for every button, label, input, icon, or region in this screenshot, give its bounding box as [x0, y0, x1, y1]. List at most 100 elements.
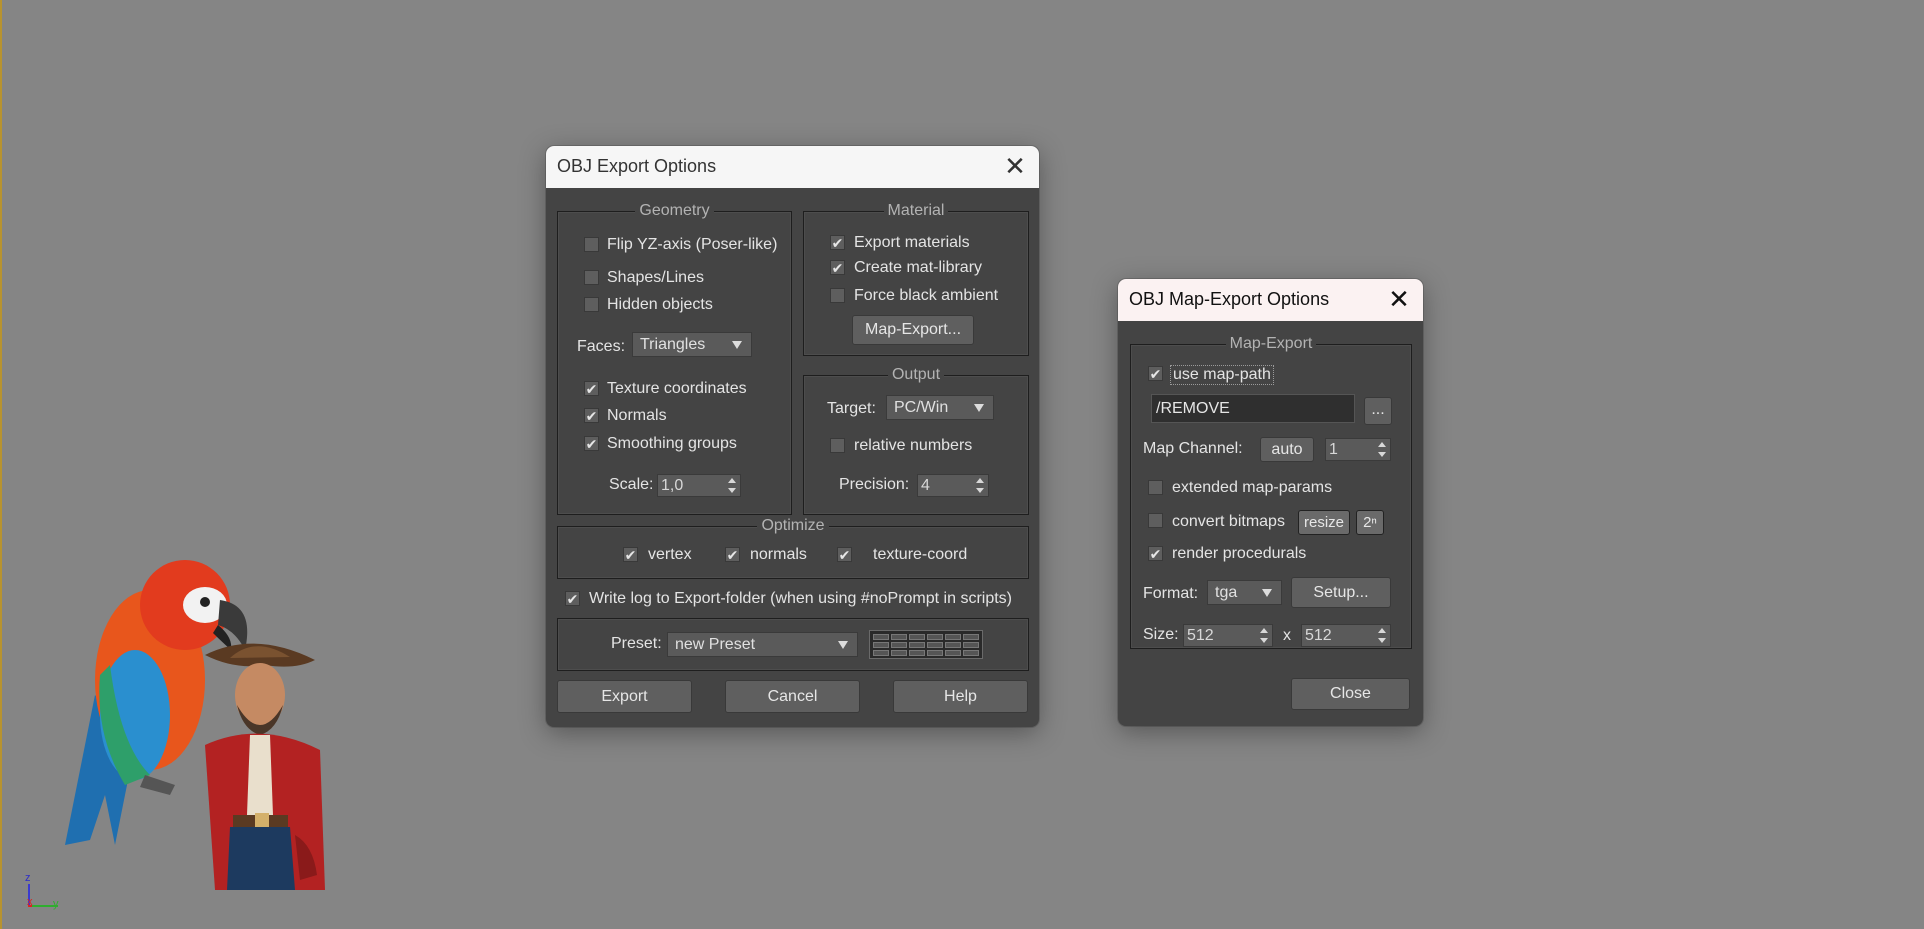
map-channel-label: Map Channel:	[1143, 440, 1243, 457]
convert-bitmaps-label: convert bitmaps	[1172, 513, 1285, 530]
size-height-value: 512	[1305, 627, 1332, 644]
export-dialog-close-icon[interactable]: ✕	[1001, 152, 1029, 180]
write-log-checkbox[interactable]: ✔	[565, 591, 580, 606]
map-dialog-close-icon[interactable]: ✕	[1385, 285, 1413, 313]
setup-button[interactable]: Setup...	[1291, 577, 1391, 608]
map-export-group: Map-Export ✔ use map-path ... Map Channe…	[1130, 335, 1412, 649]
format-label: Format:	[1143, 585, 1199, 602]
relative-numbers-label: relative numbers	[854, 437, 973, 454]
material-legend: Material	[883, 202, 949, 219]
texture-coordinates-label: Texture coordinates	[607, 380, 747, 397]
close-button[interactable]: Close	[1291, 678, 1410, 710]
vertex-checkbox[interactable]: ✔	[623, 547, 638, 562]
export-dialog-titlebar[interactable]: OBJ Export Options ✕	[546, 146, 1039, 188]
precision-spinner-value: 4	[921, 477, 930, 494]
axis-gizmo: z x y	[22, 872, 67, 910]
faces-dropdown-value: Triangles	[640, 336, 706, 353]
create-mat-library-label: Create mat-library	[854, 259, 983, 276]
spinner-down-icon[interactable]	[1378, 452, 1386, 457]
relative-numbers-checkbox[interactable]	[830, 438, 845, 453]
smoothing-groups-label: Smoothing groups	[607, 435, 737, 452]
size-height-spinner[interactable]: 512	[1301, 624, 1391, 647]
obj-export-dialog: OBJ Export Options ✕ Geometry Flip YZ-ax…	[546, 146, 1039, 727]
preset-dropdown[interactable]: new Preset	[667, 632, 858, 657]
scale-spinner[interactable]: 1,0	[657, 474, 741, 497]
size-width-value: 512	[1187, 627, 1214, 644]
hidden-objects-checkbox[interactable]	[584, 297, 599, 312]
texture-coord-checkbox[interactable]: ✔	[837, 547, 852, 562]
obj-map-export-dialog: OBJ Map-Export Options ✕ Map-Export ✔ us…	[1118, 279, 1423, 726]
map-export-button[interactable]: Map-Export...	[852, 315, 974, 345]
vertex-label: vertex	[648, 546, 692, 563]
optimize-normals-checkbox[interactable]: ✔	[725, 547, 740, 562]
map-channel-value: 1	[1329, 441, 1338, 458]
spinner-down-icon[interactable]	[728, 488, 736, 493]
spinner-down-icon[interactable]	[1260, 638, 1268, 643]
spinner-up-icon[interactable]	[728, 478, 736, 483]
resize-button[interactable]: resize	[1298, 510, 1350, 535]
spinner-up-icon[interactable]	[976, 478, 984, 483]
map-dialog-title: OBJ Map-Export Options	[1129, 289, 1330, 309]
axis-x-label: x	[27, 896, 33, 908]
render-procedurals-checkbox[interactable]: ✔	[1148, 546, 1163, 561]
export-materials-label: Export materials	[854, 234, 970, 251]
use-map-path-checkbox[interactable]: ✔	[1148, 366, 1163, 381]
axis-y-label: y	[53, 898, 59, 910]
spinner-down-icon[interactable]	[976, 488, 984, 493]
spinner-up-icon[interactable]	[1260, 628, 1268, 633]
auto-button[interactable]: auto	[1260, 437, 1314, 462]
spinner-up-icon[interactable]	[1378, 442, 1386, 447]
material-group: Material ✔ Export materials ✔ Create mat…	[803, 202, 1029, 356]
map-path-input[interactable]	[1151, 394, 1355, 423]
export-button[interactable]: Export	[557, 680, 692, 713]
faces-label: Faces:	[577, 338, 626, 355]
geometry-group: Geometry Flip YZ-axis (Poser-like) Shape…	[557, 202, 792, 515]
optimize-legend: Optimize	[757, 517, 829, 534]
preset-manager-icon[interactable]	[869, 630, 983, 659]
cancel-button[interactable]: Cancel	[725, 680, 860, 713]
spinner-up-icon[interactable]	[1378, 628, 1386, 633]
faces-dropdown[interactable]: Triangles	[632, 332, 752, 357]
precision-label: Precision:	[839, 476, 910, 493]
force-black-ambient-label: Force black ambient	[854, 287, 999, 304]
normals-label: Normals	[607, 407, 667, 424]
chevron-down-icon	[838, 640, 848, 649]
optimize-group: Optimize ✔ vertex ✔ normals ✔ texture-co…	[557, 517, 1029, 579]
shapes-lines-checkbox[interactable]	[584, 270, 599, 285]
precision-spinner[interactable]: 4	[917, 474, 989, 497]
preset-label: Preset:	[611, 635, 662, 652]
help-button[interactable]: Help	[893, 680, 1028, 713]
create-mat-library-checkbox[interactable]: ✔	[830, 260, 845, 275]
chevron-down-icon	[1262, 588, 1272, 597]
normals-checkbox[interactable]: ✔	[584, 408, 599, 423]
spinner-down-icon[interactable]	[1378, 638, 1386, 643]
power-of-two-button[interactable]: 2ⁿ	[1356, 510, 1384, 535]
texture-coord-label: texture-coord	[873, 546, 968, 563]
extended-map-params-checkbox[interactable]	[1148, 480, 1163, 495]
export-materials-checkbox[interactable]: ✔	[830, 235, 845, 250]
map-export-legend: Map-Export	[1225, 335, 1317, 352]
chevron-down-icon	[974, 403, 984, 412]
browse-button[interactable]: ...	[1364, 397, 1392, 425]
hidden-objects-label: Hidden objects	[607, 296, 713, 313]
target-label: Target:	[827, 400, 876, 417]
output-group: Output Target: PC/Win relative numbers P…	[803, 366, 1029, 515]
viewport-border	[0, 0, 2, 929]
preset-dropdown-value: new Preset	[675, 636, 756, 653]
texture-coordinates-checkbox[interactable]: ✔	[584, 381, 599, 396]
convert-bitmaps-checkbox[interactable]	[1148, 513, 1163, 528]
target-dropdown[interactable]: PC/Win	[886, 395, 994, 420]
flip-yz-checkbox[interactable]	[584, 237, 599, 252]
render-procedurals-label: render procedurals	[1172, 545, 1307, 562]
force-black-ambient-checkbox[interactable]	[830, 288, 845, 303]
size-width-spinner[interactable]: 512	[1183, 624, 1273, 647]
format-dropdown-value: tga	[1215, 584, 1238, 601]
map-dialog-titlebar[interactable]: OBJ Map-Export Options ✕	[1118, 279, 1423, 321]
extended-map-params-label: extended map-params	[1172, 479, 1333, 496]
smoothing-groups-checkbox[interactable]: ✔	[584, 436, 599, 451]
map-channel-spinner[interactable]: 1	[1325, 438, 1391, 461]
preset-group: Preset: new Preset	[557, 618, 1029, 671]
format-dropdown[interactable]: tga	[1207, 580, 1282, 605]
write-log-label: Write log to Export-folder (when using #…	[589, 590, 1012, 607]
scale-spinner-value: 1,0	[661, 477, 684, 494]
